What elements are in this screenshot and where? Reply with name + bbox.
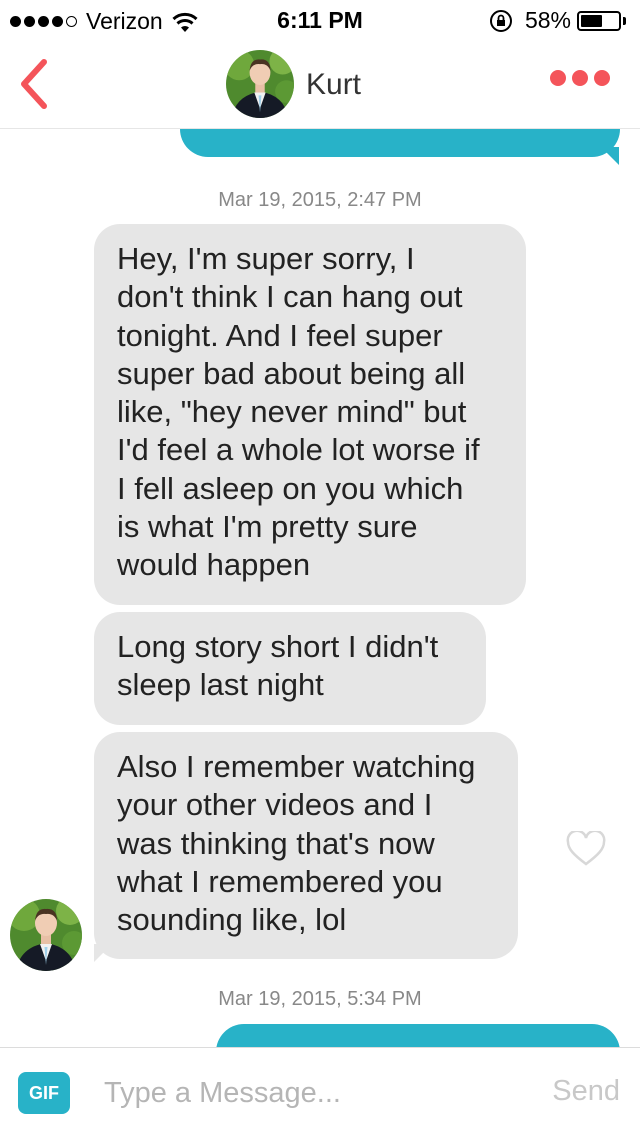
message-line: what I remembered you (117, 863, 443, 899)
avatar-photo (10, 899, 82, 971)
message-line: would happen (117, 547, 311, 583)
orientation-lock-icon (489, 9, 512, 32)
more-dot-icon (594, 70, 610, 86)
message-timestamp: Mar 19, 2015, 5:34 PM (218, 988, 422, 1010)
message-line: Hey, I'm super sorry, I (117, 241, 415, 276)
status-bar: Verizon 6:11 PM 58% (0, 0, 640, 40)
message-line: don't think I can hang out (117, 279, 463, 315)
battery-icon (577, 10, 621, 31)
heart-icon (566, 829, 606, 866)
outgoing-message-bubble[interactable] (216, 1024, 620, 1047)
more-options-button[interactable] (544, 70, 610, 86)
gif-button[interactable]: GIF (18, 1072, 70, 1114)
outgoing-bubble-tail (601, 147, 619, 165)
message-line: was thinking that's now (117, 825, 435, 861)
message-line: super bad about being all (117, 355, 466, 391)
incoming-bubble-tail (94, 944, 112, 962)
status-right: 58% (489, 7, 626, 34)
message-line: sounding like, lol (117, 902, 347, 938)
chat-header: Kurt (0, 40, 640, 129)
outgoing-message-bubble[interactable] (180, 129, 620, 157)
battery-tip (623, 16, 626, 25)
contact-avatar[interactable] (226, 50, 294, 118)
message-line: is what I'm pretty sure (117, 509, 418, 545)
message-timestamp: Mar 19, 2015, 2:47 PM (218, 189, 422, 211)
avatar-photo (226, 50, 294, 118)
back-button[interactable] (16, 56, 56, 112)
incoming-message-bubble[interactable]: Long story short I didn't sleep last nig… (94, 612, 486, 725)
battery-fill (581, 14, 602, 27)
message-line: sleep last night (117, 667, 324, 703)
contact-name[interactable]: Kurt (306, 68, 361, 102)
message-input[interactable] (104, 1070, 524, 1116)
message-line: like, "hey never mind" but (117, 394, 467, 430)
incoming-message-bubble[interactable]: Hey, I'm super sorry, I don't think I ca… (94, 224, 526, 605)
more-dot-icon (550, 70, 566, 86)
message-line: Long story short I didn't (117, 629, 439, 664)
message-line: Also I remember watching (117, 749, 476, 784)
message-line: I fell asleep on you which (117, 470, 464, 506)
send-button[interactable]: Send (552, 1075, 620, 1108)
chevron-left-icon (21, 59, 47, 109)
message-input-bar: GIF Send (0, 1047, 640, 1137)
more-dot-icon (572, 70, 588, 86)
sender-avatar[interactable] (10, 899, 82, 971)
message-list[interactable]: Mar 19, 2015, 2:47 PM Hey, I'm super sor… (0, 129, 640, 1047)
message-line: tonight. And I feel super (117, 317, 443, 353)
message-line: your other videos and I (117, 787, 433, 823)
battery-percent: 58% (524, 7, 571, 33)
incoming-message-bubble[interactable]: Also I remember watching your other vide… (94, 732, 518, 960)
message-line: I'd feel a whole lot worse if (117, 432, 480, 468)
like-button[interactable] (566, 829, 606, 867)
